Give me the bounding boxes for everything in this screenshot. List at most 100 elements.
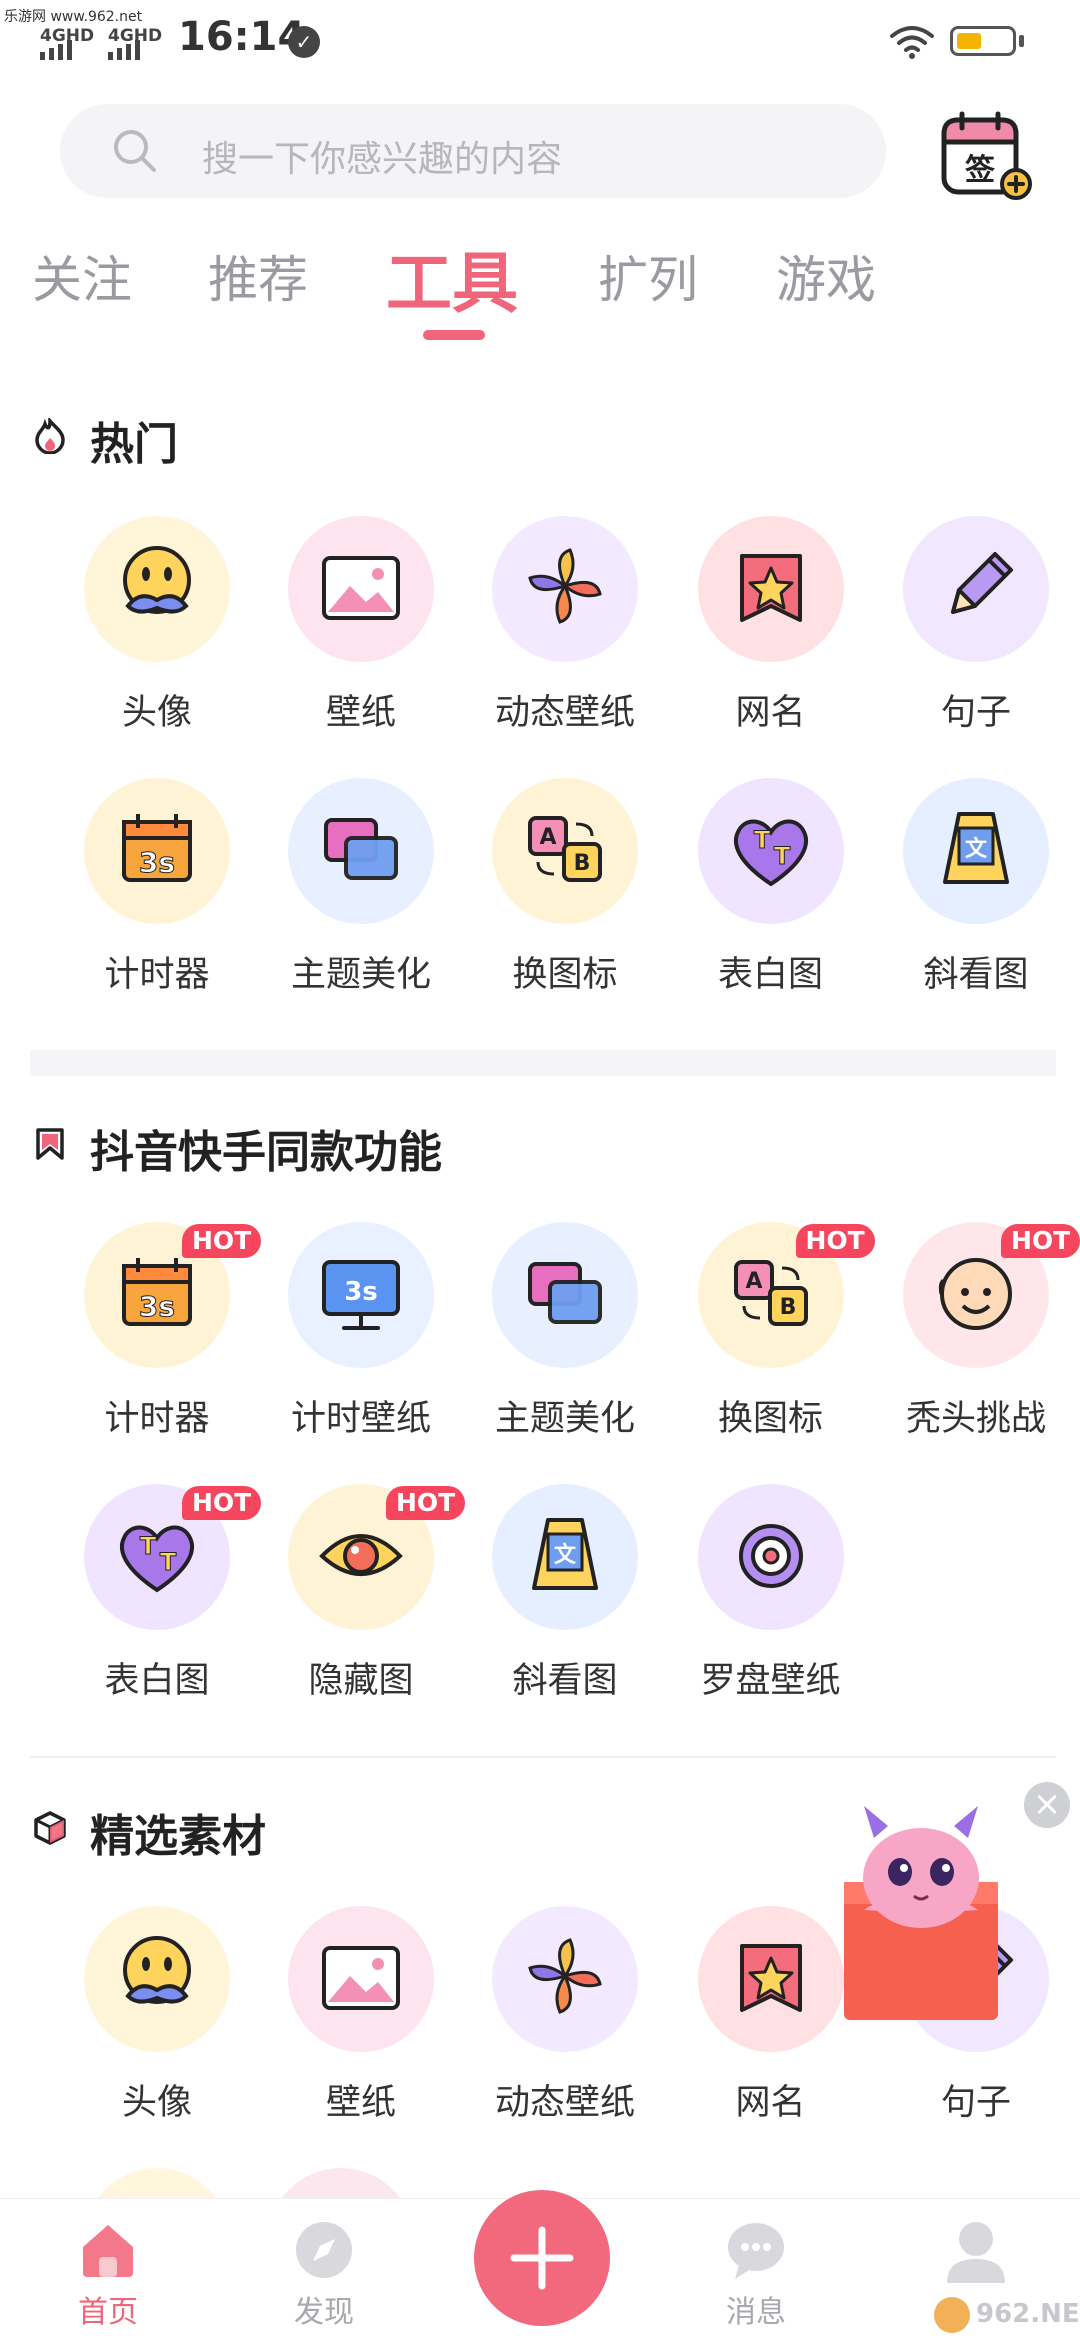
phone-text-icon: 文: [532, 1518, 598, 1590]
create-button[interactable]: [474, 2190, 610, 2326]
hot-tool-item[interactable]: 头像: [42, 516, 242, 736]
tool-item-label: 头像: [121, 2083, 192, 2123]
pencil-icon: [951, 552, 1013, 614]
hot-tool-item[interactable]: T T 表白图: [656, 778, 856, 998]
tool-item-label: 表白图: [104, 1661, 210, 1701]
douyin-tool-item[interactable]: 主题美化: [450, 1222, 650, 1442]
search-bar[interactable]: 搜一下你感兴趣的内容: [60, 104, 886, 198]
svg-text:3s: 3s: [139, 1290, 175, 1323]
plus-icon: [510, 2226, 574, 2290]
svg-text:3s: 3s: [139, 846, 175, 879]
materials-tool-item[interactable]: 头像: [42, 1906, 242, 2126]
materials-tool-item[interactable]: 壁纸: [246, 1906, 446, 2126]
tool-item-label: 计时器: [104, 955, 210, 995]
pinwheel-icon: [528, 548, 602, 624]
tab-tools[interactable]: 工具: [386, 230, 518, 326]
hot-tool-item[interactable]: 主题美化: [246, 778, 446, 998]
close-icon[interactable]: ×: [1024, 1782, 1070, 1828]
svg-text:962.NET: 962.NET: [976, 2299, 1080, 2329]
hot-tool-item[interactable]: 动态壁纸: [450, 516, 650, 736]
section-title-hot: 热门: [90, 419, 178, 470]
douyin-tool-item[interactable]: T T HOT 表白图: [42, 1484, 262, 1704]
tool-item-label: 表白图: [717, 955, 823, 995]
tab-expand[interactable]: 扩列: [598, 240, 698, 312]
tool-item-label: 句子: [940, 693, 1011, 733]
douyin-tool-item[interactable]: 文斜看图: [450, 1484, 650, 1704]
tool-item-label: 句子: [940, 2083, 1011, 2123]
tool-item-label: 计时器: [104, 1399, 210, 1439]
tab-games[interactable]: 游戏: [776, 240, 876, 312]
battery-nub: [1019, 35, 1024, 47]
hot-badge: HOT: [1001, 1224, 1080, 1258]
nav-home[interactable]: 首页: [38, 2217, 178, 2331]
flame-icon: [35, 418, 65, 454]
tool-item-label: 主题美化: [494, 1399, 635, 1439]
nav-messages-label: 消息: [726, 2295, 786, 2330]
hot-tool-item[interactable]: 壁纸: [246, 516, 446, 736]
svg-text:T: T: [140, 1532, 157, 1560]
hot-tool-item[interactable]: 句子: [861, 516, 1061, 736]
search-icon: [114, 130, 156, 172]
hot-tool-item[interactable]: 文斜看图: [861, 778, 1061, 998]
hot-tool-item[interactable]: A B 换图标: [450, 778, 650, 998]
calendar-timer-icon: 3s: [122, 814, 192, 882]
tool-item-label: 罗盘壁纸: [700, 1661, 841, 1701]
svg-text:T: T: [773, 842, 790, 870]
svg-text:文: 文: [965, 836, 988, 862]
wifi-icon: [890, 26, 934, 59]
star-tag-icon: [739, 554, 802, 622]
star-tag-icon: [739, 1944, 802, 2012]
tool-item-label: 动态壁纸: [494, 2083, 635, 2123]
active-tab-indicator: [423, 330, 485, 340]
mascot-gift-widget[interactable]: [834, 1800, 1008, 2024]
tool-item-label: 主题美化: [290, 955, 431, 995]
battery-level: [957, 33, 982, 49]
section-title-materials: 精选素材: [90, 1811, 266, 1862]
hot-tool-item[interactable]: 网名: [656, 516, 856, 736]
home-icon: [83, 2225, 133, 2277]
tab-recommend[interactable]: 推荐: [208, 240, 308, 312]
heart-tt-icon: TT: [733, 819, 808, 887]
tool-item-label: 头像: [121, 693, 192, 733]
tab-follow[interactable]: 关注: [32, 240, 132, 312]
materials-tool-item[interactable]: 网名: [656, 1906, 856, 2126]
tool-item-label: 换图标: [512, 955, 618, 995]
clock: 16:14: [178, 14, 306, 60]
svg-text:A: A: [539, 825, 556, 850]
section-divider: [30, 1050, 1056, 1076]
nav-discover[interactable]: 发现: [254, 2217, 394, 2331]
signal-icon: [40, 40, 72, 60]
douyin-tool-item[interactable]: 3s HOT 计时器: [42, 1222, 262, 1442]
compass-icon: [738, 1524, 803, 1588]
pinwheel-icon: [528, 1938, 602, 2014]
watermark-logo-icon: 962.NET: [934, 2297, 1080, 2333]
nav-profile[interactable]: [906, 2217, 1046, 2283]
nav-messages[interactable]: 消息: [686, 2217, 826, 2331]
section-divider-thin: [30, 1756, 1056, 1758]
search-placeholder: 搜一下你感兴趣的内容: [202, 139, 563, 180]
section-title-douyin: 抖音快手同款功能: [90, 1127, 442, 1178]
tool-item-label: 斜看图: [923, 955, 1029, 995]
svg-text:文: 文: [554, 1542, 577, 1568]
svg-text:T: T: [753, 826, 770, 854]
tool-item-label: 换图标: [717, 1399, 823, 1439]
svg-text:3s: 3s: [344, 1277, 378, 1307]
tool-item-label: 计时壁纸: [290, 1399, 431, 1439]
bookmark-icon: [36, 1128, 64, 1160]
douyin-tool-item[interactable]: HOT 隐藏图: [246, 1484, 466, 1704]
douyin-tool-item[interactable]: A B HOT 换图标: [656, 1222, 875, 1442]
tool-item-label: 壁纸: [325, 2083, 396, 2123]
phone-text-icon: 文: [943, 812, 1009, 884]
materials-tool-item[interactable]: 动态壁纸: [450, 1906, 650, 2126]
douyin-tool-item[interactable]: 罗盘壁纸: [656, 1484, 856, 1704]
svg-text:B: B: [574, 851, 591, 876]
svg-text:A: A: [745, 1269, 762, 1294]
douyin-tool-item[interactable]: HOT 秃头挑战: [861, 1222, 1080, 1442]
message-icon: [728, 2223, 784, 2279]
tool-item-label: 动态壁纸: [494, 693, 635, 733]
compass-nav-icon: [296, 2222, 352, 2278]
hot-tool-item[interactable]: 3s 计时器: [42, 778, 242, 998]
svg-text:B: B: [779, 1295, 796, 1320]
douyin-tool-item[interactable]: 3s 计时壁纸: [246, 1222, 446, 1442]
sign-in-calendar-icon[interactable]: 签: [938, 110, 1034, 202]
